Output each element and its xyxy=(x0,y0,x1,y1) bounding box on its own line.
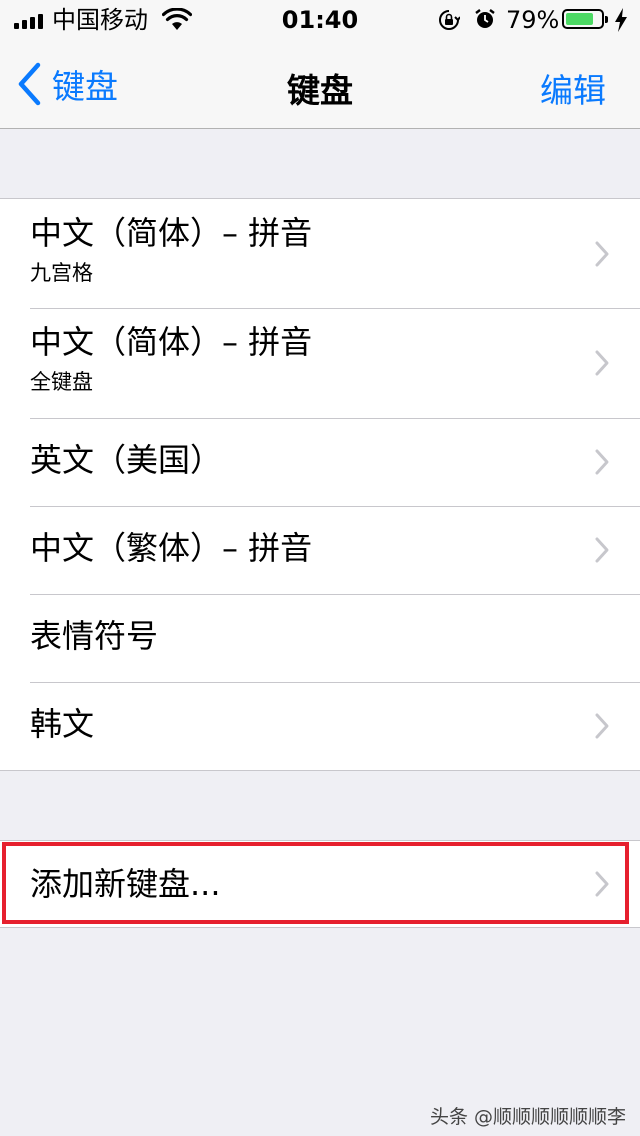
list-item-keyboard[interactable]: 中文（繁体）– 拼音 xyxy=(0,506,640,594)
battery-percent: 79% xyxy=(506,6,560,34)
chevron-right-icon xyxy=(595,350,609,376)
watermark: 头条 @顺顺顺顺顺顺李 xyxy=(429,1106,626,1128)
status-bar: 中国移动 01:40 79% xyxy=(0,0,640,40)
highlight-box xyxy=(2,842,629,924)
keyboard-title: 中文（简体）– 拼音 xyxy=(30,214,313,252)
keyboard-subtitle: 全键盘 xyxy=(30,370,93,394)
keyboard-title: 表情符号 xyxy=(30,617,159,655)
keyboard-title: 中文（简体）– 拼音 xyxy=(30,323,313,361)
chevron-right-icon xyxy=(595,537,609,563)
charging-bolt-icon xyxy=(615,8,627,32)
list-item-keyboard[interactable]: 表情符号 xyxy=(0,594,640,682)
chevron-right-icon xyxy=(595,713,609,739)
list-item-keyboard[interactable]: 英文（美国） xyxy=(0,418,640,506)
keyboards-list: 中文（简体）– 拼音 九宫格 中文（简体）– 拼音 全键盘 英文（美国） 中文（… xyxy=(0,198,640,771)
keyboard-subtitle: 九宫格 xyxy=(30,261,93,285)
chevron-right-icon xyxy=(595,449,609,475)
keyboard-title: 中文（繁体）– 拼音 xyxy=(30,529,313,567)
list-item-keyboard[interactable]: 中文（简体）– 拼音 全键盘 xyxy=(0,308,640,418)
navigation-bar: 键盘 键盘 编辑 xyxy=(0,40,640,129)
battery-icon xyxy=(562,9,608,29)
keyboard-title: 英文（美国） xyxy=(30,441,223,479)
battery-fill xyxy=(566,13,593,25)
list-item-keyboard[interactable]: 韩文 xyxy=(0,682,640,770)
keyboard-title: 韩文 xyxy=(30,705,95,743)
edit-button[interactable]: 编辑 xyxy=(540,64,606,112)
chevron-right-icon xyxy=(595,241,609,267)
list-item-keyboard[interactable]: 中文（简体）– 拼音 九宫格 xyxy=(0,199,640,308)
rotation-lock-icon xyxy=(439,10,460,30)
alarm-clock-icon xyxy=(475,9,495,28)
